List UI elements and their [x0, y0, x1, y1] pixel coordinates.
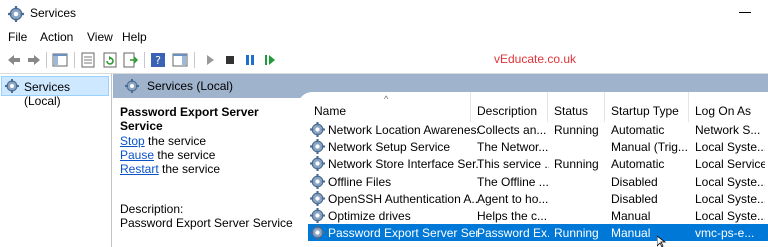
menu-view[interactable]: View [87, 30, 113, 44]
cell-status: Running [554, 123, 599, 137]
cell-logon: Local Service [695, 157, 765, 172]
cell-status: Running [554, 157, 599, 172]
tree-item-services-local[interactable]: Services (Local) [1, 76, 109, 108]
cell-startup: Disabled [611, 191, 658, 206]
column-header-description[interactable]: Description [477, 104, 537, 118]
toolbar: ? [0, 47, 768, 74]
stop-service-link[interactable]: Stop [120, 134, 145, 148]
cell-description: Helps the c... [477, 209, 548, 223]
restart-service-link[interactable]: Restart [120, 162, 159, 176]
pause-service-link[interactable]: Pause [120, 148, 154, 162]
service-gear-icon [310, 173, 325, 189]
service-gear-icon [310, 122, 325, 137]
cell-description: The Networ... [477, 140, 549, 155]
pause-action: Pause the service [120, 148, 216, 162]
table-row[interactable]: Optimize drives Helps the c... Manual Local… [308, 207, 768, 224]
start-service-icon[interactable] [202, 52, 218, 68]
cell-name: Network Store Interface Ser... [328, 157, 478, 172]
cell-startup: Disabled [611, 174, 658, 189]
selected-service-name: Password Export Server Service [120, 105, 259, 133]
cell-logon: Network S... [695, 123, 761, 137]
cell-status: Running [554, 226, 599, 241]
export-list-icon[interactable] [122, 52, 138, 68]
cell-description: Collects an... [477, 123, 547, 137]
cell-startup: Automatic [611, 123, 665, 137]
show-hide-action-pane-icon[interactable] [172, 52, 188, 68]
window-title: Services [30, 6, 77, 20]
menu-help[interactable]: Help [122, 30, 147, 44]
properties-icon[interactable] [80, 52, 96, 68]
table-row[interactable]: Password Export Server Serv... Password E… [308, 224, 768, 242]
services-app-icon [8, 6, 24, 22]
column-header-log-on-as[interactable]: Log On As [695, 104, 751, 118]
table-row[interactable]: Network Setup Service The Networ... Manual… [308, 138, 768, 155]
refresh-icon[interactable] [102, 52, 118, 68]
forward-icon[interactable] [26, 52, 42, 68]
description-label: Description: [120, 202, 184, 216]
cell-startup: Automatic [611, 157, 665, 172]
cell-startup: Manual [611, 226, 651, 241]
description-text: Password Export Server Service [120, 216, 293, 230]
mouse-cursor-icon [657, 236, 667, 247]
menu-bar: File Action View Help [0, 28, 768, 47]
svg-text:?: ? [155, 54, 161, 67]
restart-service-icon[interactable] [262, 52, 278, 68]
cell-name: OpenSSH Authentication A... [328, 191, 478, 206]
restart-action: Restart the service [120, 162, 221, 176]
table-row[interactable]: Network Store Interface Ser... This servi… [308, 155, 768, 172]
cell-logon: Local Syste... [695, 191, 765, 206]
show-console-tree-icon[interactable] [52, 52, 68, 68]
title-bar: Services [0, 0, 768, 28]
tree-item-label: Services (Local) [24, 80, 71, 108]
services-list[interactable]: ^ Name Description Status Startup Type L… [298, 92, 768, 247]
cell-startup: Manual (Trig... [611, 140, 688, 155]
console-tree: Services (Local) [0, 74, 112, 247]
cell-description: This service ... [477, 157, 549, 172]
minimize-button[interactable] [736, 2, 754, 20]
back-icon[interactable] [6, 52, 22, 68]
cell-logon: Local Syste... [695, 140, 765, 155]
stop-service-icon[interactable] [222, 52, 238, 68]
column-header-status[interactable]: Status [554, 104, 588, 118]
service-gear-icon [310, 225, 325, 241]
service-gear-icon [310, 208, 325, 223]
extended-info-panel: Password Export Server Service Stop the … [113, 98, 298, 247]
watermark-text: vEducate.co.uk [494, 52, 577, 66]
service-gear-icon [310, 156, 325, 172]
cell-name: Password Export Server Serv... [328, 226, 478, 241]
pause-service-icon[interactable] [242, 52, 258, 68]
table-row[interactable]: OpenSSH Authentication A... Agent to ho..… [308, 190, 768, 207]
table-row[interactable]: Network Location Awareness Collects an...… [308, 121, 768, 138]
menu-action[interactable]: Action [40, 30, 73, 44]
cell-name: Network Setup Service [328, 140, 451, 155]
column-header-name[interactable]: Name [314, 104, 346, 118]
services-gear-icon [125, 79, 139, 93]
stop-action: Stop the service [120, 134, 207, 148]
cell-name: Optimize drives [328, 209, 411, 223]
pane-header-title: Services (Local) [147, 79, 234, 93]
cell-logon: Local Syste... [695, 209, 765, 223]
cell-name: Offline Files [328, 174, 392, 189]
cell-description: Agent to ho... [477, 191, 549, 206]
cell-startup: Manual [611, 209, 651, 223]
cell-description: The Offline ... [477, 174, 549, 189]
cell-logon: Local Syste... [695, 174, 765, 189]
service-gear-icon [310, 190, 325, 206]
table-row[interactable]: Offline Files The Offline ... Disabled Loca… [308, 173, 768, 190]
cell-name: Network Location Awareness [328, 123, 478, 137]
cell-logon: vmc-ps-e... [695, 226, 755, 241]
sort-ascending-icon: ^ [384, 94, 389, 104]
services-gear-icon [5, 79, 19, 93]
cell-description: Password Ex... [477, 226, 549, 241]
column-header-startup-type[interactable]: Startup Type [611, 104, 679, 118]
menu-file[interactable]: File [8, 30, 27, 44]
help-icon[interactable]: ? [150, 52, 166, 68]
service-gear-icon [310, 139, 325, 155]
